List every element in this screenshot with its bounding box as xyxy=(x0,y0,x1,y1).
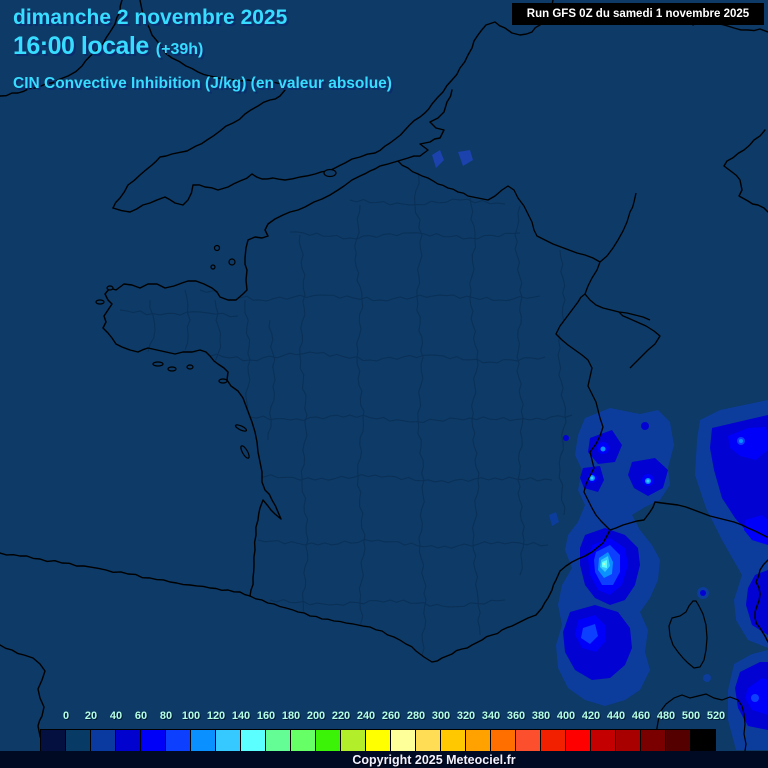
scale-label: 500 xyxy=(681,710,701,722)
scale-cell xyxy=(116,730,141,751)
parameter-title: CIN Convective Inhibition (J/kg) (en val… xyxy=(13,75,392,92)
local-time: 16:00 locale xyxy=(13,32,149,60)
run-info-label: Run GFS 0Z du samedi 1 novembre 2025 xyxy=(526,8,750,20)
scale-cell xyxy=(566,730,591,751)
scale-cell xyxy=(241,730,266,751)
scale-label: 260 xyxy=(381,710,401,722)
scale-cell xyxy=(416,730,441,751)
scale-label: 520 xyxy=(706,710,726,722)
scale-labels: 0 20 40 60 80 100 120 140 160 180 200 220 240 260 280 3… xyxy=(41,710,725,724)
scale-label: 280 xyxy=(406,710,426,722)
scale-label: 420 xyxy=(581,710,601,722)
channel-island xyxy=(213,244,221,252)
isle-of-wight xyxy=(323,168,337,178)
scale-cell xyxy=(166,730,191,751)
scale-cell xyxy=(491,730,516,751)
scale-label: 60 xyxy=(134,710,148,722)
scale-cell xyxy=(466,730,491,751)
weather-map-page: dimanche 2 novembre 2025 16:00 locale (+3… xyxy=(0,0,768,768)
scale-label: 120 xyxy=(206,710,226,722)
scale-label: 0 xyxy=(62,710,70,722)
scale-cell xyxy=(391,730,416,751)
scale-label: 180 xyxy=(281,710,301,722)
scale-cell xyxy=(666,730,691,751)
scale-cell xyxy=(191,730,216,751)
scale-cell xyxy=(216,730,241,751)
scale-label: 20 xyxy=(84,710,98,722)
scale-label: 360 xyxy=(506,710,526,722)
scale-cell xyxy=(341,730,366,751)
scale-cell xyxy=(66,730,91,751)
scale-cell xyxy=(541,730,566,751)
scale-label: 140 xyxy=(231,710,251,722)
scale-cell xyxy=(516,730,541,751)
scale-cell xyxy=(316,730,341,751)
sea-land-background xyxy=(0,0,768,768)
scale-label: 480 xyxy=(656,710,676,722)
scale-label: 80 xyxy=(159,710,173,722)
channel-island xyxy=(228,258,236,266)
scale-cells xyxy=(40,729,716,752)
forecast-offset: (+39h) xyxy=(155,41,204,58)
france-weather-map[interactable] xyxy=(0,0,768,768)
scale-cell xyxy=(291,730,316,751)
scale-label: 300 xyxy=(431,710,451,722)
scale-label: 100 xyxy=(181,710,201,722)
scale-label: 160 xyxy=(256,710,276,722)
scale-cell xyxy=(366,730,391,751)
date-label: dimanche 2 novembre 2025 xyxy=(13,6,288,29)
scale-label: 380 xyxy=(531,710,551,722)
scale-cell xyxy=(91,730,116,751)
scale-label: 340 xyxy=(481,710,501,722)
scale-cell xyxy=(266,730,291,751)
scale-cell xyxy=(41,730,66,751)
scale-cell xyxy=(616,730,641,751)
scale-cell xyxy=(691,730,715,751)
scale-label: 460 xyxy=(631,710,651,722)
scale-cell xyxy=(641,730,666,751)
scale-cell xyxy=(441,730,466,751)
title-block: dimanche 2 novembre 2025 16:00 locale (+3… xyxy=(13,6,392,93)
scale-label: 400 xyxy=(556,710,576,722)
copyright-bar: Copyright 2025 Meteociel.fr xyxy=(0,751,768,768)
scale-label: 40 xyxy=(109,710,123,722)
scale-cell xyxy=(591,730,616,751)
run-info-box: Run GFS 0Z du samedi 1 novembre 2025 xyxy=(512,3,764,25)
copyright-label: Copyright 2025 Meteociel.fr xyxy=(352,752,516,767)
channel-island xyxy=(210,264,216,270)
scale-label: 440 xyxy=(606,710,626,722)
scale-label: 200 xyxy=(306,710,326,722)
scale-label: 240 xyxy=(356,710,376,722)
scale-label: 320 xyxy=(456,710,476,722)
scale-label: 220 xyxy=(331,710,351,722)
time-label: 16:00 locale (+39h) xyxy=(13,32,392,61)
scale-cell xyxy=(141,730,166,751)
